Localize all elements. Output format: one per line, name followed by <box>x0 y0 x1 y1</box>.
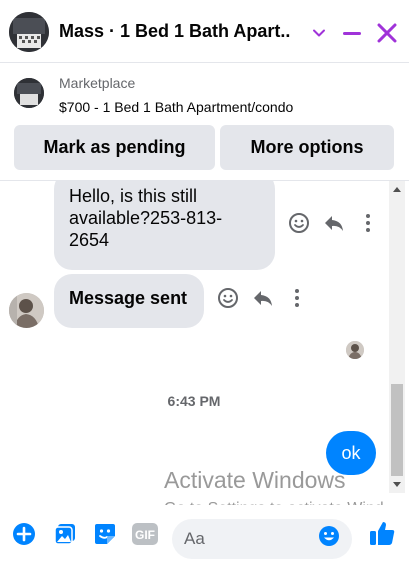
close-icon[interactable] <box>374 20 400 46</box>
more-actions-icon[interactable] <box>356 211 380 235</box>
message-thread[interactable]: Hello, is this still available?253-813-2… <box>0 181 409 493</box>
emoji-icon[interactable] <box>318 525 340 547</box>
sender-avatar[interactable] <box>9 293 44 328</box>
message-composer: GIF <box>0 505 409 569</box>
message-bubble[interactable]: Message sent <box>54 274 204 328</box>
photo-icon[interactable] <box>53 522 77 546</box>
chevron-down-icon[interactable] <box>306 20 332 46</box>
react-emoji-icon[interactable] <box>216 286 240 310</box>
reply-icon[interactable] <box>251 286 275 310</box>
scroll-down-arrow-icon[interactable] <box>393 482 401 487</box>
gif-label: GIF <box>135 528 155 542</box>
gif-icon[interactable]: GIF <box>132 522 158 546</box>
reply-icon[interactable] <box>322 211 346 235</box>
conversation-avatar[interactable] <box>9 12 49 52</box>
listing-thumbnail[interactable] <box>14 78 44 108</box>
thread-scrollbar[interactable] <box>389 181 405 493</box>
sticker-icon[interactable] <box>93 522 117 546</box>
chat-header: Mass · 1 Bed 1 Bath Apart... <box>0 0 409 63</box>
message-bubble[interactable]: Hello, is this still available?253-813-2… <box>54 181 275 270</box>
marketplace-listing-panel: Marketplace $700 - 1 Bed 1 Bath Apartmen… <box>0 63 409 181</box>
activate-windows-watermark: Activate Windows <box>164 467 346 493</box>
seen-receipt-avatar <box>346 341 364 359</box>
scrollbar-thumb[interactable] <box>391 384 403 476</box>
conversation-title[interactable]: Mass · 1 Bed 1 Bath Apart... <box>59 21 291 42</box>
mark-as-pending-button[interactable]: Mark as pending <box>14 125 215 170</box>
plus-icon[interactable] <box>12 522 36 546</box>
marketplace-label: Marketplace <box>59 75 136 91</box>
listing-title[interactable]: $700 - 1 Bed 1 Bath Apartment/condo <box>59 99 293 115</box>
minimize-icon[interactable] <box>339 20 365 46</box>
scroll-up-arrow-icon[interactable] <box>393 187 401 192</box>
more-options-button[interactable]: More options <box>220 125 394 170</box>
react-emoji-icon[interactable] <box>287 211 311 235</box>
thumbs-up-icon[interactable] <box>368 519 396 547</box>
more-actions-icon[interactable] <box>285 286 309 310</box>
message-timestamp: 6:43 PM <box>167 393 221 409</box>
